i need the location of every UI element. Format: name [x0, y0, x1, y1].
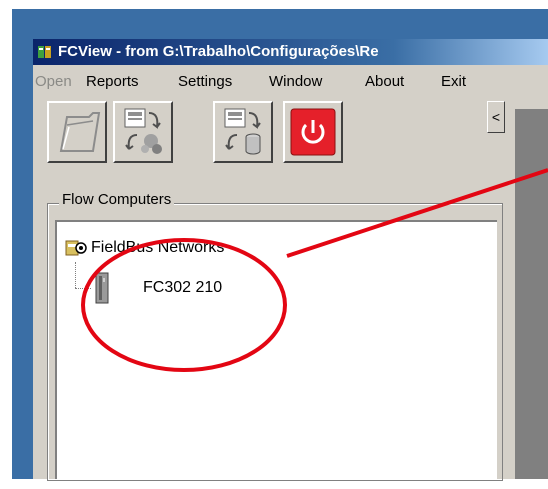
app-window: FCView - from G:\Trabalho\Configurações\…: [33, 39, 548, 481]
tree-child-label: FC302 210: [143, 279, 223, 296]
toolbar: [33, 101, 548, 189]
menu-open[interactable]: Open: [35, 69, 72, 95]
right-panel: [515, 109, 548, 479]
window-title: FCView - from G:\Trabalho\Configurações\…: [58, 43, 379, 60]
open-folder-button[interactable]: [47, 101, 107, 163]
database-report-icon: [224, 108, 261, 155]
menu-reports[interactable]: Reports: [86, 69, 139, 95]
tree-root-label: FieldBus Networks: [91, 239, 225, 256]
network-report-icon: [124, 108, 162, 154]
flow-computer-icon: [95, 272, 109, 304]
app-icon: [38, 46, 51, 58]
menu-bar: Open Reports Settings Window About Exit: [33, 69, 548, 95]
remote-report-button[interactable]: [113, 101, 173, 163]
fieldbus-network-icon: [65, 240, 87, 256]
exit-button[interactable]: [283, 101, 343, 163]
group-label: Flow Computers: [59, 191, 175, 208]
tree-connector-vertical: [75, 262, 76, 288]
title-bar[interactable]: FCView - from G:\Trabalho\Configurações\…: [33, 39, 548, 65]
menu-exit[interactable]: Exit: [441, 69, 466, 95]
tree-connector-horizontal: [75, 288, 91, 289]
folder-icon: [59, 112, 101, 152]
database-report-button[interactable]: [213, 101, 273, 163]
power-icon: [290, 108, 336, 156]
flow-computers-tree[interactable]: FieldBus Networks FC302 210: [55, 220, 497, 479]
menu-about[interactable]: About: [365, 69, 404, 95]
collapse-panel-button[interactable]: <: [487, 101, 505, 133]
menu-window[interactable]: Window: [269, 69, 322, 95]
menu-settings[interactable]: Settings: [178, 69, 232, 95]
